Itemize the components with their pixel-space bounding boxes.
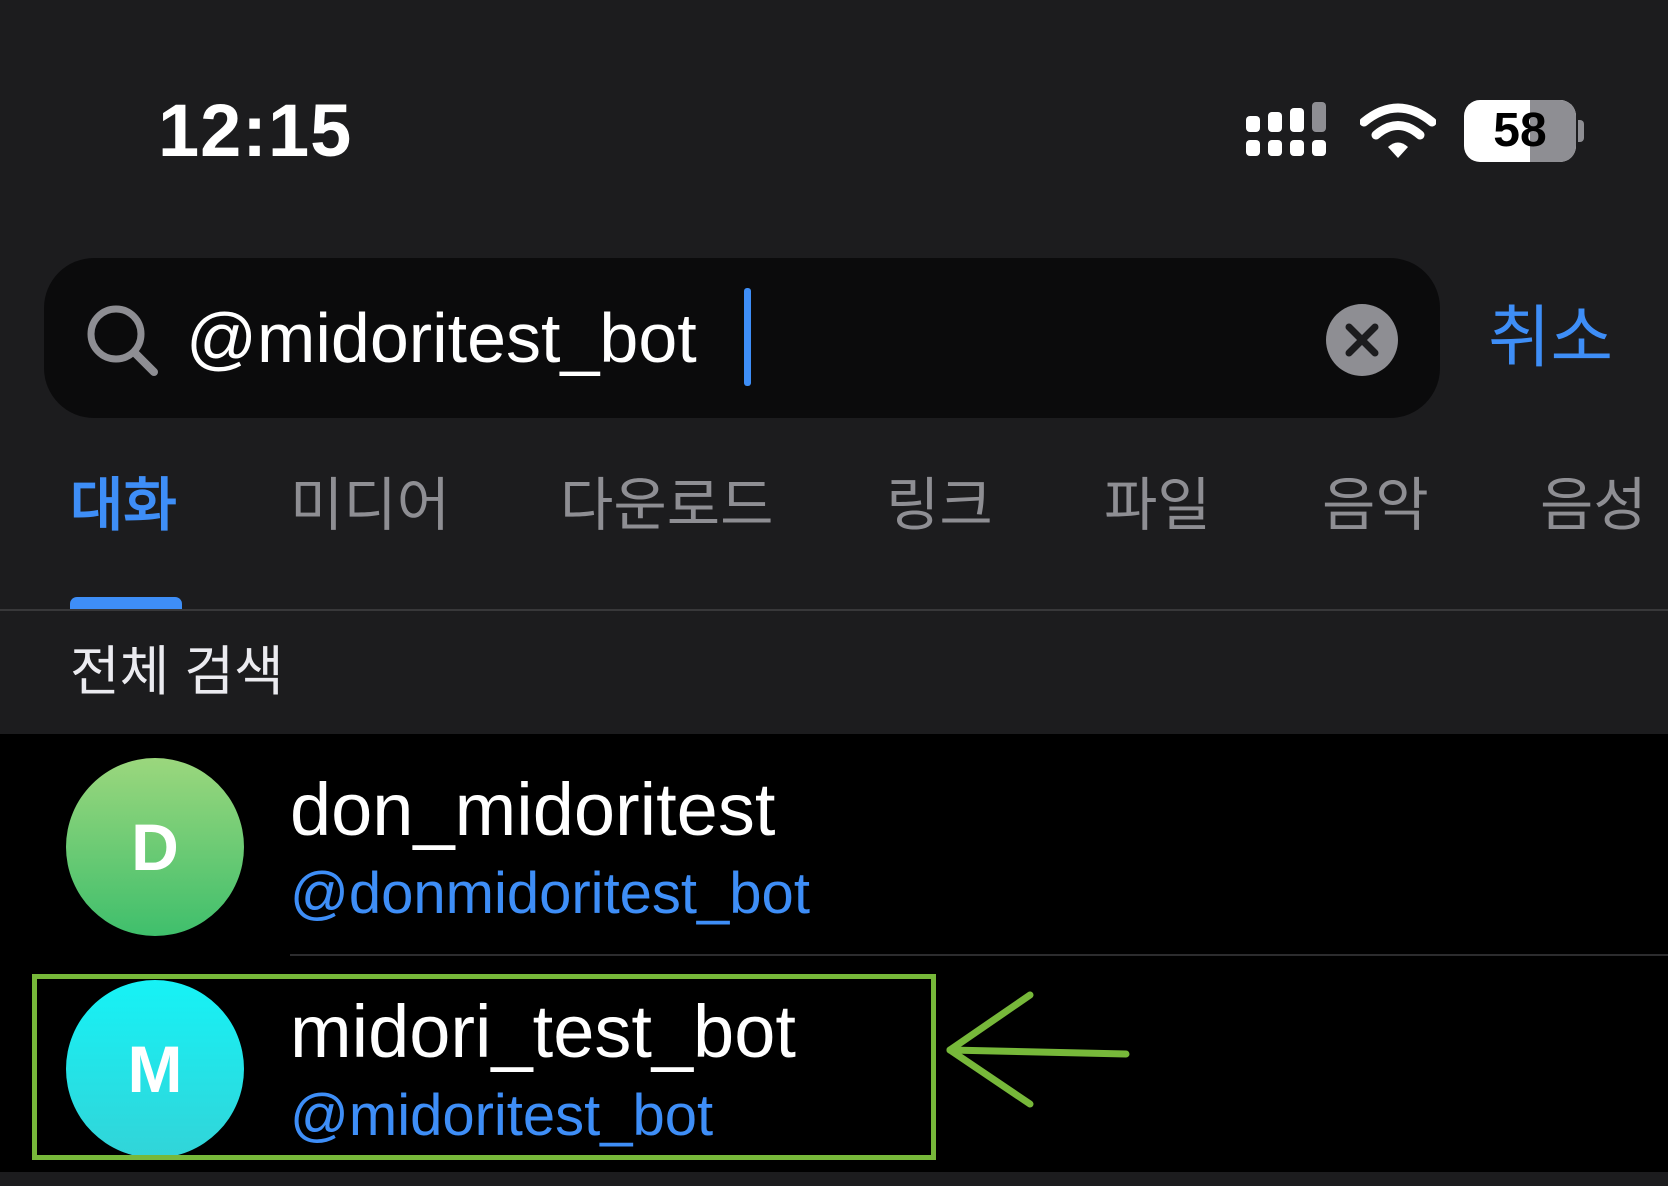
clear-x-icon: [1345, 323, 1379, 357]
arrow-left-icon: [946, 991, 1130, 1108]
tab-chats[interactable]: 대화: [70, 466, 177, 546]
text-cursor: [744, 288, 751, 386]
result-username: @donmidoritest_bot: [290, 861, 810, 926]
cellular-signal-icon: [1246, 102, 1326, 156]
tab-downloads[interactable]: 다운로드: [560, 466, 773, 546]
bottom-strip: [0, 1172, 1668, 1186]
search-screen: 12:15 58 취소 대화 미: [0, 0, 1668, 1186]
battery-cap: [1578, 120, 1584, 142]
search-bar[interactable]: [44, 258, 1440, 418]
tabs-divider: [0, 609, 1668, 611]
search-input[interactable]: [186, 286, 1246, 390]
list-item[interactable]: D don_midoritest @donmidoritest_bot: [0, 734, 1668, 956]
section-header-global-search: 전체 검색: [70, 642, 284, 702]
avatar: D: [66, 758, 244, 936]
clear-search-button[interactable]: [1326, 304, 1398, 376]
tab-voice[interactable]: 음성: [1540, 466, 1647, 546]
battery-indicator: 58: [1464, 100, 1576, 162]
tab-media[interactable]: 미디어: [290, 466, 450, 546]
tab-files[interactable]: 파일: [1104, 466, 1211, 546]
status-time: 12:15: [158, 89, 353, 172]
result-name: don_midoritest: [290, 768, 776, 851]
tab-music[interactable]: 음악: [1322, 466, 1429, 546]
cancel-button[interactable]: 취소: [1488, 296, 1613, 380]
tab-links[interactable]: 링크: [886, 466, 993, 546]
battery-level: 58: [1493, 104, 1547, 157]
annotation-highlight-box: [32, 974, 936, 1160]
search-icon: [87, 305, 158, 376]
wifi-icon: [1360, 103, 1436, 158]
